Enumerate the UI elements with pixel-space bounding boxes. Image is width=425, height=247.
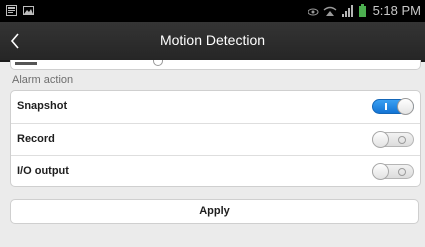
alarm-action-card: Snapshot Record I/O output — [10, 90, 421, 187]
snapshot-row: Snapshot — [11, 91, 420, 122]
record-toggle[interactable] — [372, 131, 414, 148]
status-icons — [307, 4, 378, 18]
snapshot-toggle[interactable] — [372, 98, 414, 115]
battery-icon — [359, 4, 366, 17]
cut-off-control — [153, 60, 163, 66]
status-bar: 5:18 PM — [0, 0, 425, 22]
title-bar: Motion Detection — [0, 22, 425, 62]
snapshot-label: Snapshot — [17, 100, 68, 112]
toggle-knob — [372, 163, 389, 180]
status-time: 5:18 PM — [372, 3, 421, 18]
io-output-label: I/O output — [17, 165, 69, 177]
eye-icon — [307, 8, 319, 16]
toggle-knob — [372, 131, 389, 148]
record-row: Record — [11, 123, 420, 155]
toggle-knob — [397, 98, 414, 115]
record-label: Record — [17, 133, 55, 145]
previous-settings-card — [10, 60, 421, 70]
apply-button[interactable]: Apply — [10, 199, 419, 224]
toggle-on-mark — [385, 103, 387, 110]
toggle-off-mark — [398, 168, 406, 176]
toggle-off-mark — [398, 136, 406, 144]
motion-detection-screen: 5:18 PM Motion Detection Alarm action Sn… — [0, 0, 425, 247]
cut-off-text — [15, 62, 37, 65]
signal-icon — [342, 5, 353, 17]
io-output-row: I/O output — [11, 155, 420, 186]
notification-icon — [6, 5, 17, 16]
wifi-icon — [323, 6, 337, 16]
io-output-toggle[interactable] — [372, 163, 414, 180]
image-icon — [23, 5, 34, 16]
section-label-alarm-action: Alarm action — [12, 74, 74, 86]
page-title: Motion Detection — [159, 32, 266, 48]
